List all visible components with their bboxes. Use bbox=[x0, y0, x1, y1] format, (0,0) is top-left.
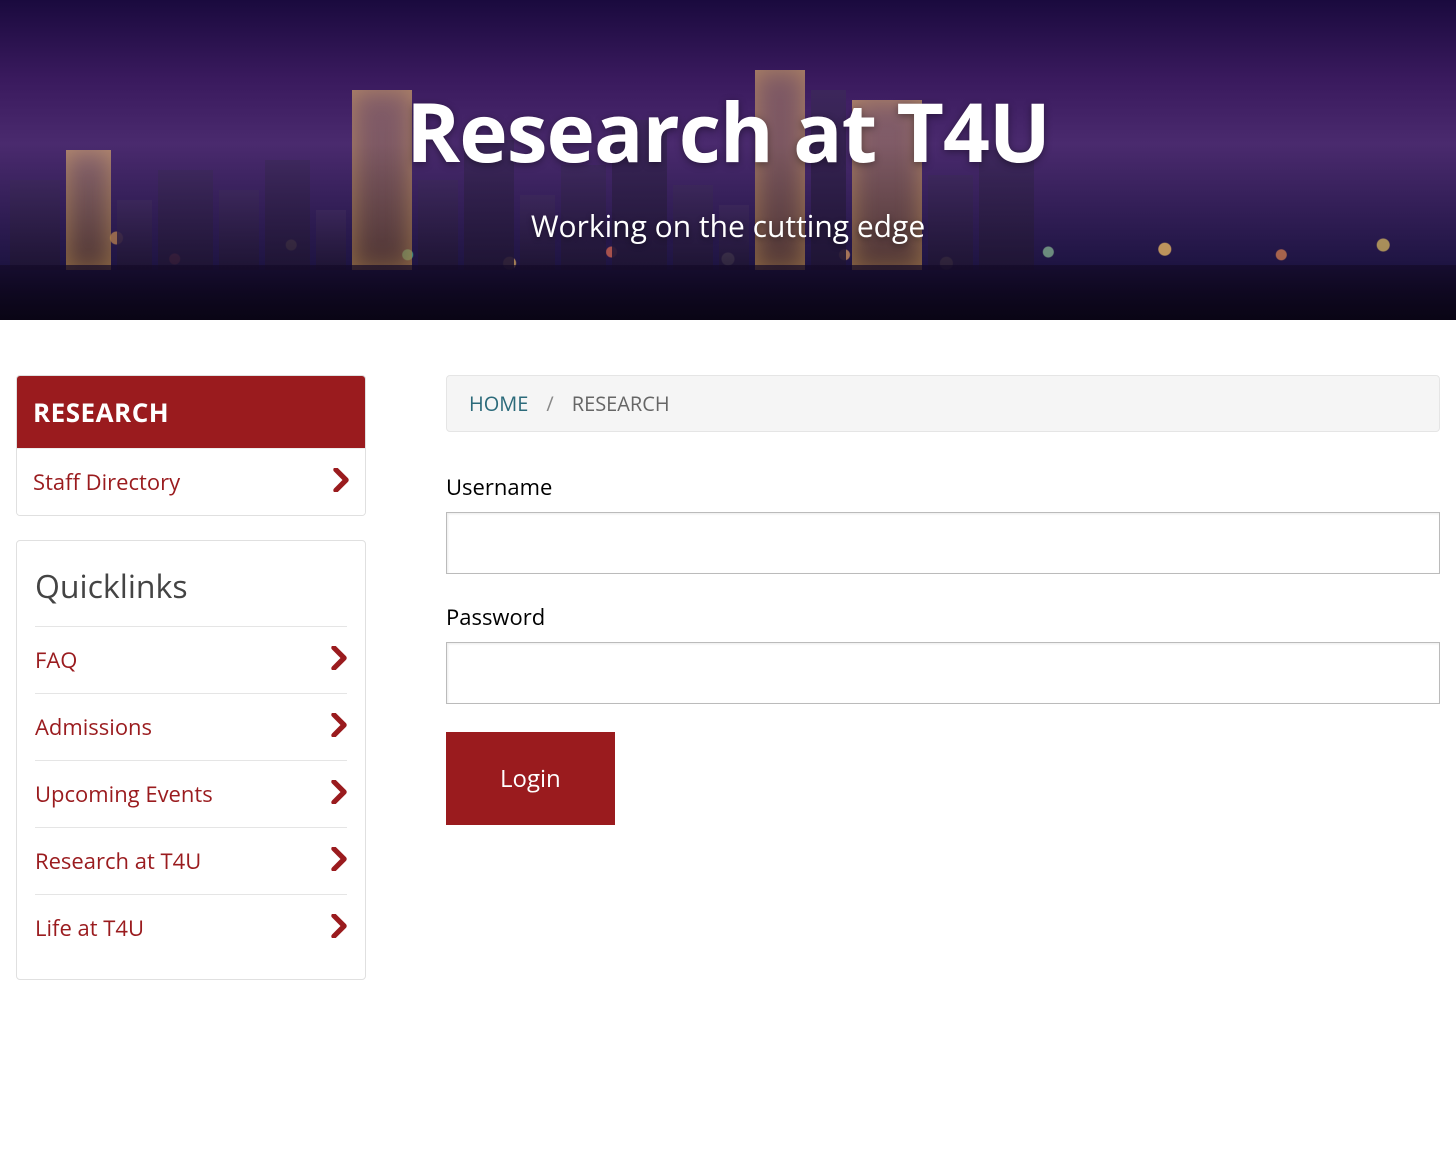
chevron-right-icon bbox=[333, 468, 349, 497]
password-label: Password bbox=[446, 602, 1440, 632]
nav-item-label: Staff Directory bbox=[33, 467, 180, 497]
breadcrumb: HOME / RESEARCH bbox=[446, 375, 1440, 432]
hero-banner: Research at T4U Working on the cutting e… bbox=[0, 0, 1456, 320]
login-button[interactable]: Login bbox=[446, 732, 615, 825]
section-nav-header: RESEARCH bbox=[17, 376, 365, 448]
nav-item-staff-directory[interactable]: Staff Directory bbox=[17, 448, 365, 515]
sidebar: RESEARCH Staff Directory Quicklinks FAQ … bbox=[16, 375, 366, 980]
quicklink-admissions[interactable]: Admissions bbox=[35, 693, 347, 760]
quicklinks-title: Quicklinks bbox=[35, 541, 347, 626]
breadcrumb-separator: / bbox=[546, 390, 553, 417]
chevron-right-icon bbox=[331, 780, 347, 809]
quicklinks-box: Quicklinks FAQ Admissions Upcoming Event… bbox=[16, 540, 366, 980]
chevron-right-icon bbox=[331, 847, 347, 876]
username-label: Username bbox=[446, 472, 1440, 502]
quicklink-label: Research at T4U bbox=[35, 846, 201, 876]
username-input[interactable] bbox=[446, 512, 1440, 574]
hero-subtitle: Working on the cutting edge bbox=[531, 205, 925, 246]
password-input[interactable] bbox=[446, 642, 1440, 704]
chevron-right-icon bbox=[331, 914, 347, 943]
quicklink-faq[interactable]: FAQ bbox=[35, 626, 347, 693]
hero-title: Research at T4U bbox=[406, 75, 1050, 187]
chevron-right-icon bbox=[331, 646, 347, 675]
main-content: HOME / RESEARCH Username Password Login bbox=[446, 375, 1440, 980]
quicklink-label: FAQ bbox=[35, 645, 77, 675]
section-nav: RESEARCH Staff Directory bbox=[16, 375, 366, 516]
quicklink-upcoming-events[interactable]: Upcoming Events bbox=[35, 760, 347, 827]
login-form: Username Password Login bbox=[446, 472, 1440, 825]
quicklink-label: Life at T4U bbox=[35, 913, 144, 943]
chevron-right-icon bbox=[331, 713, 347, 742]
quicklink-label: Admissions bbox=[35, 712, 152, 742]
quicklink-research-at-t4u[interactable]: Research at T4U bbox=[35, 827, 347, 894]
quicklink-life-at-t4u[interactable]: Life at T4U bbox=[35, 894, 347, 961]
breadcrumb-home[interactable]: HOME bbox=[469, 390, 528, 417]
breadcrumb-current: RESEARCH bbox=[572, 390, 670, 417]
quicklink-label: Upcoming Events bbox=[35, 779, 213, 809]
